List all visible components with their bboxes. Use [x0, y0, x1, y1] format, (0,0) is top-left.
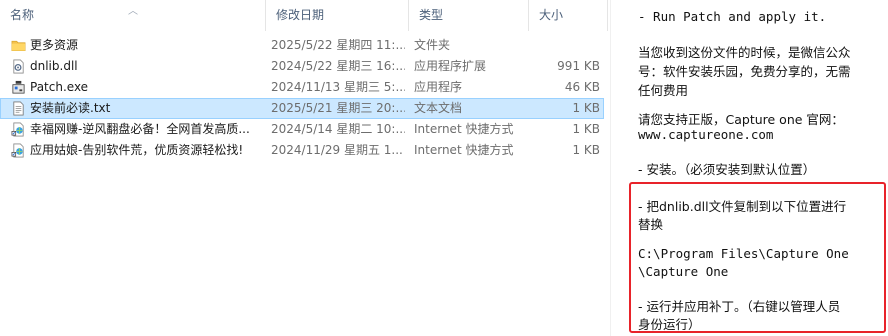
file-row[interactable]: Patch.exe 2024/11/13 星期三 5:... 应用程序 46 K… — [0, 77, 604, 98]
preview-line: - Run Patch and apply it. — [638, 9, 827, 24]
red-highlight-box — [629, 182, 886, 333]
file-type: Internet 快捷方式 — [414, 143, 514, 157]
exe-file-icon — [12, 80, 25, 94]
file-row[interactable]: dnlib.dll 2024/5/22 星期三 16:... 应用程序扩展 99… — [0, 56, 604, 77]
file-date: 2025/5/22 星期四 11:... — [271, 38, 405, 52]
sort-ascending-icon: ︿ — [128, 6, 138, 17]
column-date-label: 修改日期 — [276, 8, 325, 22]
file-type: 文件夹 — [414, 38, 451, 52]
file-name: 幸福网赚-逆风翻盘必备！全网首发高质... — [30, 122, 250, 136]
window: 名称 ︿ 修改日期 类型 大小 更多资源 2025/5/22 星期四 11:..… — [0, 0, 888, 336]
file-row[interactable]: 应用姑娘-告别软件荒，优质资源轻松找! 2024/11/29 星期五 1... … — [0, 140, 604, 161]
column-header-size[interactable]: 大小 — [528, 0, 608, 31]
file-list-pane: 名称 ︿ 修改日期 类型 大小 更多资源 2025/5/22 星期四 11:..… — [0, 0, 610, 336]
column-header-bar: 名称 ︿ 修改日期 类型 大小 — [0, 0, 610, 31]
file-name: 安装前必读.txt — [30, 101, 111, 115]
file-size: 46 KB — [564, 80, 600, 94]
file-name: dnlib.dll — [30, 59, 78, 73]
column-header-type[interactable]: 类型 — [408, 0, 528, 31]
preview-line: 当您收到这份文件的时候，是微信公众 — [638, 45, 851, 60]
file-type: Internet 快捷方式 — [414, 122, 514, 136]
file-size: 991 KB — [557, 59, 600, 73]
text-file-icon — [13, 101, 24, 116]
preview-line: 请您支持正版，Capture one 官网： — [638, 112, 844, 127]
file-date: 2024/5/22 星期三 16:... — [271, 59, 405, 73]
file-size: 1 KB — [572, 143, 600, 157]
file-date: 2024/11/13 星期三 5:... — [271, 80, 405, 94]
column-name-label: 名称 — [10, 8, 35, 22]
file-date: 2024/11/29 星期五 1... — [271, 143, 403, 157]
file-row[interactable]: 更多资源 2025/5/22 星期四 11:... 文件夹 — [0, 35, 604, 56]
file-name: Patch.exe — [30, 80, 89, 94]
file-size: 1 KB — [572, 122, 600, 136]
dll-file-icon — [13, 59, 24, 74]
file-date: 2024/5/14 星期二 10:... — [271, 122, 405, 136]
file-row[interactable]: 幸福网赚-逆风翻盘必备！全网首发高质... 2024/5/14 星期二 10:.… — [0, 119, 604, 140]
file-rows: 更多资源 2025/5/22 星期四 11:... 文件夹 dnlib.dll … — [0, 35, 610, 161]
preview-line: www.captureone.com — [638, 127, 774, 142]
file-type: 应用程序 — [414, 80, 463, 94]
preview-line: 号：软件安装乐园，免费分享的，无需 — [638, 64, 851, 79]
file-row-selected[interactable]: 安装前必读.txt 2025/5/21 星期三 20:... 文本文档 1 KB — [0, 98, 604, 119]
file-name: 更多资源 — [30, 38, 79, 52]
column-size-label: 大小 — [539, 8, 564, 22]
file-type: 应用程序扩展 — [414, 59, 487, 73]
file-size: 1 KB — [572, 101, 600, 115]
text-preview-pane[interactable]: - Run Patch and apply it. 当您收到这份文件的时候，是微… — [610, 0, 888, 336]
column-header-date[interactable]: 修改日期 — [265, 0, 408, 31]
preview-line: - 安装。（必须安装到默认位置） — [638, 162, 816, 177]
preview-line: 任何费用 — [638, 83, 689, 98]
file-name: 应用姑娘-告别软件荒，优质资源轻松找! — [30, 143, 244, 157]
folder-icon — [11, 40, 26, 52]
file-date: 2025/5/21 星期三 20:... — [271, 101, 405, 115]
column-header-name[interactable]: 名称 ︿ — [0, 0, 265, 31]
column-type-label: 类型 — [419, 8, 444, 22]
internet-shortcut-icon — [11, 122, 24, 137]
internet-shortcut-icon — [11, 143, 24, 158]
file-type: 文本文档 — [414, 101, 463, 115]
